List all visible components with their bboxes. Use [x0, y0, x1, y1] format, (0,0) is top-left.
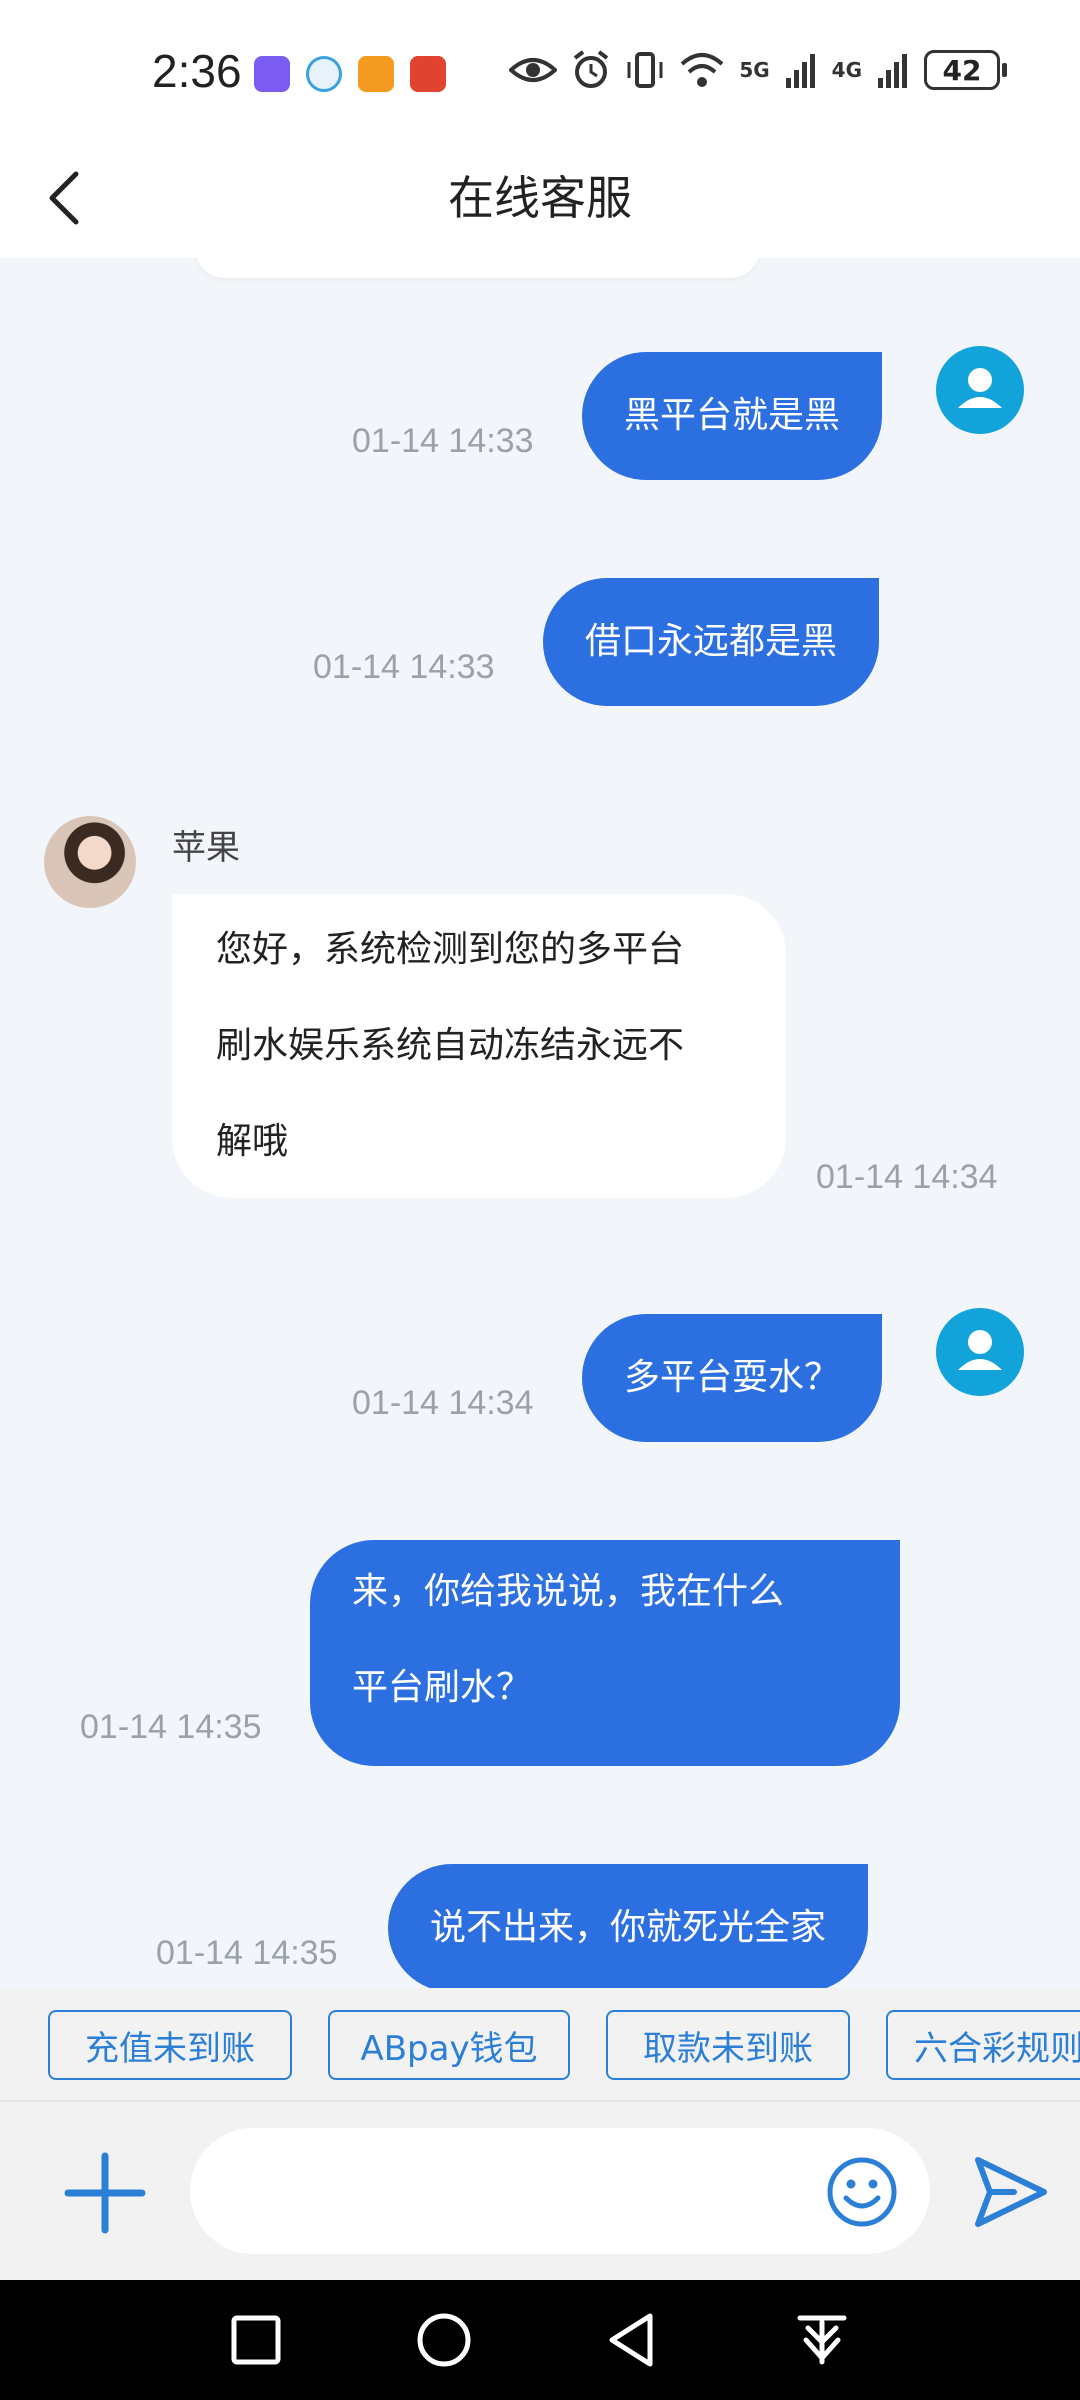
home-circle-icon[interactable] [412, 2308, 476, 2372]
back-triangle-icon[interactable] [600, 2308, 664, 2372]
app-notification-icon [358, 56, 394, 92]
signal-icon [785, 54, 815, 88]
person-icon [958, 368, 1002, 408]
message-input[interactable] [190, 2128, 930, 2254]
sender-name: 苹果 [172, 828, 240, 868]
quick-reply-chip[interactable]: 取款未到账 [606, 2010, 850, 2080]
alarm-icon [574, 50, 609, 88]
quick-reply-bar[interactable]: 充值未到账 ABpay钱包 取款未到账 六合彩规则 [0, 1988, 1080, 2100]
eye-icon [509, 58, 558, 82]
status-indicators: 5G 4G 42 [509, 50, 1007, 90]
outgoing-message-bubble[interactable]: 借口永远都是黑 [543, 578, 880, 706]
vibrate-icon [627, 52, 663, 88]
signal-icon [878, 54, 907, 88]
message-timestamp: 01-14 14:33 [352, 422, 534, 460]
emoji-icon[interactable] [826, 2156, 898, 2228]
status-time: 2:36 [152, 45, 242, 97]
chat-header: 在线客服 [0, 140, 1080, 258]
message-text-line: 解哦 [216, 1121, 289, 1162]
quick-reply-chip[interactable]: ABpay钱包 [328, 2010, 570, 2080]
wifi-icon [680, 53, 724, 87]
notification-pulldown-icon[interactable] [790, 2308, 854, 2372]
quick-reply-chip[interactable]: 六合彩规则 [886, 2010, 1080, 2080]
user-avatar[interactable] [936, 346, 1024, 434]
message-timestamp: 01-14 14:35 [80, 1708, 262, 1746]
battery-indicator: 42 [924, 50, 1007, 90]
user-avatar[interactable] [936, 1308, 1024, 1396]
message-timestamp: 01-14 14:33 [313, 648, 495, 686]
app-notification-icon [410, 56, 446, 92]
app-notification-icon [306, 56, 342, 92]
message-timestamp: 01-14 14:34 [352, 1384, 534, 1422]
system-navigation-bar [0, 2280, 1080, 2400]
message-text: 借口永远都是黑 [585, 621, 838, 662]
recents-square-icon[interactable] [224, 2308, 288, 2372]
outgoing-message-bubble[interactable]: 说不出来，你就死光全家 [388, 1864, 869, 1988]
message-text-line: 平台刷水？ [352, 1667, 533, 1708]
message-text: 说不出来，你就死光全家 [430, 1907, 827, 1948]
person-icon [958, 1330, 1002, 1370]
network-4g-label: 4G [831, 58, 862, 82]
message-text-line: 来，你给我说说，我在什么 [352, 1571, 785, 1612]
app-notification-icon [254, 56, 290, 92]
message-text-line: 刷水娱乐系统自动冻结永远不 [216, 1025, 685, 1066]
add-attachment-plus-icon[interactable] [62, 2150, 148, 2236]
message-timestamp: 01-14 14:34 [816, 1158, 998, 1196]
send-icon[interactable] [970, 2152, 1050, 2232]
outgoing-message-bubble[interactable]: 来，你给我说说，我在什么 平台刷水？ [310, 1540, 900, 1766]
message-timestamp: 01-14 14:35 [156, 1934, 338, 1972]
message-input-bar [0, 2100, 1080, 2280]
page-title: 在线客服 [448, 171, 632, 225]
quick-reply-chip[interactable]: 充值未到账 [48, 2010, 292, 2080]
status-bar: 2:36 5G 4G 42 [0, 0, 1080, 140]
outgoing-message-bubble[interactable]: 多平台耍水？ [582, 1314, 883, 1442]
message-text: 黑平台就是黑 [624, 395, 841, 436]
message-text-line: 您好，系统检测到您的多平台 [216, 929, 685, 970]
network-5g-label: 5G [739, 58, 770, 82]
message-list[interactable]: 01-14 14:33 黑平台就是黑 01-14 14:33 借口永远都是黑 苹… [0, 258, 1080, 1988]
outgoing-message-bubble[interactable]: 黑平台就是黑 [582, 352, 883, 480]
message-text: 多平台耍水？ [624, 1357, 841, 1398]
agent-avatar[interactable] [44, 816, 136, 908]
incoming-message-bubble[interactable]: 您好，系统检测到您的多平台 刷水娱乐系统自动冻结永远不 解哦 [172, 894, 786, 1198]
previous-message-bubble [195, 258, 760, 278]
